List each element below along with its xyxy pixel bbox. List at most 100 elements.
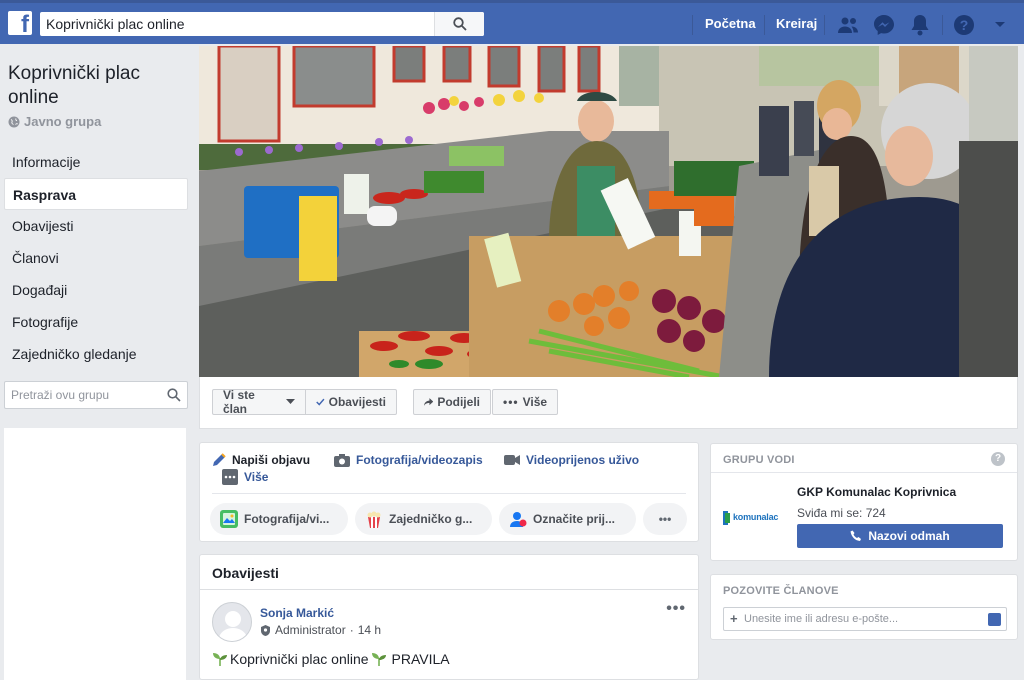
- group-nav-discussion[interactable]: Rasprava: [4, 178, 188, 210]
- invite-card-title: POZOVITE ČLANOVE: [723, 585, 839, 597]
- announcements-title: Obavijesti: [212, 565, 279, 581]
- group-nav-photos[interactable]: Fotografije: [4, 306, 188, 338]
- post-options-button[interactable]: •••: [666, 600, 686, 618]
- notifications-icon[interactable]: [908, 13, 932, 37]
- composer-pill-label: Označite prij...: [533, 512, 616, 526]
- friends-icon[interactable]: [836, 13, 860, 37]
- group-action-bar: Vi ste član Obavijesti Podijeli ••• Više: [199, 377, 1018, 429]
- invite-input[interactable]: [744, 611, 982, 627]
- notifications-button[interactable]: Obavijesti: [305, 389, 397, 415]
- composer-more-button[interactable]: •••: [643, 503, 687, 535]
- composer-tab-label: Napiši objavu: [232, 453, 311, 467]
- composer-pill-label: Fotografija/vi...: [244, 512, 330, 526]
- group-nav-announcements[interactable]: Obavijesti: [4, 210, 188, 242]
- composer-pill-tag-friends[interactable]: Označite prij...: [499, 503, 636, 535]
- member-status-button[interactable]: Vi ste član: [212, 388, 306, 416]
- more-button[interactable]: ••• Više: [492, 389, 558, 415]
- composer-tab-label: Videoprijenos uživo: [526, 453, 640, 467]
- top-bar: f Početna Kreiraj ?: [0, 0, 1024, 44]
- group-search-input[interactable]: [11, 386, 161, 404]
- nav-separator: [692, 15, 693, 35]
- group-nav-members[interactable]: Članovi: [4, 242, 188, 274]
- announcements-divider: [200, 589, 698, 590]
- globe-icon: [8, 116, 20, 127]
- avatar[interactable]: [212, 602, 252, 642]
- pencil-icon: [213, 453, 226, 466]
- search-input[interactable]: [46, 14, 426, 34]
- tag-friends-icon: [510, 512, 527, 527]
- post-author[interactable]: Sonja Markić: [260, 606, 334, 620]
- contacts-list-icon[interactable]: [988, 613, 1001, 626]
- dropdown-caret-icon[interactable]: [988, 13, 1012, 37]
- group-admin-card: GRUPU VODI ? komunalac GKP Komunalac Kop…: [710, 443, 1018, 561]
- seedling-icon: [213, 653, 227, 666]
- composer-pill-photo[interactable]: Fotografija/vi...: [210, 503, 348, 535]
- nav-separator: [764, 15, 765, 35]
- post-meta: Administrator · 14 h: [260, 623, 381, 637]
- svg-text:?: ?: [960, 17, 969, 33]
- messenger-icon[interactable]: [872, 13, 896, 37]
- search-button[interactable]: [434, 12, 484, 36]
- default-avatar-icon: [218, 611, 248, 641]
- call-now-button[interactable]: Nazovi odmah: [797, 524, 1003, 548]
- admin-card-title: GRUPU VODI: [723, 454, 795, 466]
- composer-pill-watch-party[interactable]: Zajedničko g...: [355, 503, 492, 535]
- nav-separator: [942, 15, 943, 35]
- market-photo: [199, 46, 1018, 377]
- check-icon: [316, 398, 325, 406]
- composer-pill-label: Zajedničko g...: [389, 512, 473, 526]
- admin-page-name[interactable]: GKP Komunalac Koprivnica: [797, 485, 956, 499]
- search-icon[interactable]: [167, 388, 181, 402]
- group-nav-info[interactable]: Informacije: [4, 146, 188, 178]
- left-sidebar: Koprivnički plac online Javno grupa Info…: [0, 44, 196, 680]
- share-button[interactable]: Podijeli: [413, 389, 491, 415]
- nav-separator: [824, 15, 825, 35]
- composer-tab-label: Fotografija/videozapis: [356, 453, 483, 467]
- nav-home-link[interactable]: Početna: [705, 16, 756, 31]
- group-nav-watch-party[interactable]: Zajedničko gledanje: [4, 338, 188, 370]
- notifications-label: Obavijesti: [328, 395, 386, 409]
- post-timestamp[interactable]: 14 h: [358, 623, 381, 637]
- left-sidebar-panel: [4, 428, 186, 680]
- more-label: Više: [522, 395, 548, 409]
- more-grid-icon: [222, 469, 238, 485]
- video-camera-icon: [504, 455, 520, 465]
- group-nav: Informacije Rasprava Obavijesti Članovi …: [4, 146, 188, 370]
- more-dots-icon: •••: [658, 512, 672, 526]
- call-now-label: Nazovi odmah: [868, 529, 950, 543]
- phone-icon: [850, 530, 862, 541]
- group-name[interactable]: Koprivnički plac online: [8, 62, 188, 110]
- post-text-group-name: Koprivnički plac online: [230, 651, 369, 667]
- composer-tab-write-post[interactable]: Napiši objavu: [212, 453, 310, 467]
- group-cover-photo[interactable]: [199, 46, 1018, 377]
- chevron-down-icon: [286, 399, 295, 404]
- composer-tab-live-video[interactable]: Videoprijenos uživo: [504, 453, 639, 467]
- komunalac-logo[interactable]: komunalac: [723, 506, 787, 530]
- invite-field: +: [723, 607, 1007, 631]
- logo-text: komunalac: [733, 512, 779, 522]
- admin-card-divider: [711, 472, 1017, 473]
- composer-tab-more[interactable]: Više: [222, 469, 268, 485]
- group-nav-events[interactable]: Događaji: [4, 274, 188, 306]
- share-icon: [424, 398, 434, 406]
- composer-tab-label: Više: [244, 470, 269, 484]
- camera-icon: [334, 453, 350, 467]
- seedling-icon: [371, 653, 386, 666]
- plus-icon: +: [730, 611, 738, 626]
- group-search-box: [4, 381, 188, 409]
- member-status-label: Vi ste član: [223, 388, 255, 416]
- search-icon: [452, 17, 467, 31]
- post-meta-separator: ·: [349, 623, 354, 637]
- facebook-logo-icon[interactable]: f: [8, 11, 32, 37]
- nav-create-link[interactable]: Kreiraj: [776, 16, 817, 31]
- post-role: Administrator: [275, 623, 346, 637]
- search-box: [40, 12, 484, 36]
- share-label: Podijeli: [437, 395, 480, 409]
- photo-icon: [220, 510, 238, 528]
- help-icon[interactable]: ?: [952, 13, 976, 37]
- help-icon[interactable]: ?: [991, 452, 1005, 466]
- group-privacy: Javno grupa: [8, 114, 101, 129]
- post-text-rules: PRAVILA: [391, 651, 450, 667]
- post-composer: Napiši objavu Fotografija/videozapis Vid…: [199, 442, 699, 542]
- composer-tab-photo-video[interactable]: Fotografija/videozapis: [334, 453, 483, 467]
